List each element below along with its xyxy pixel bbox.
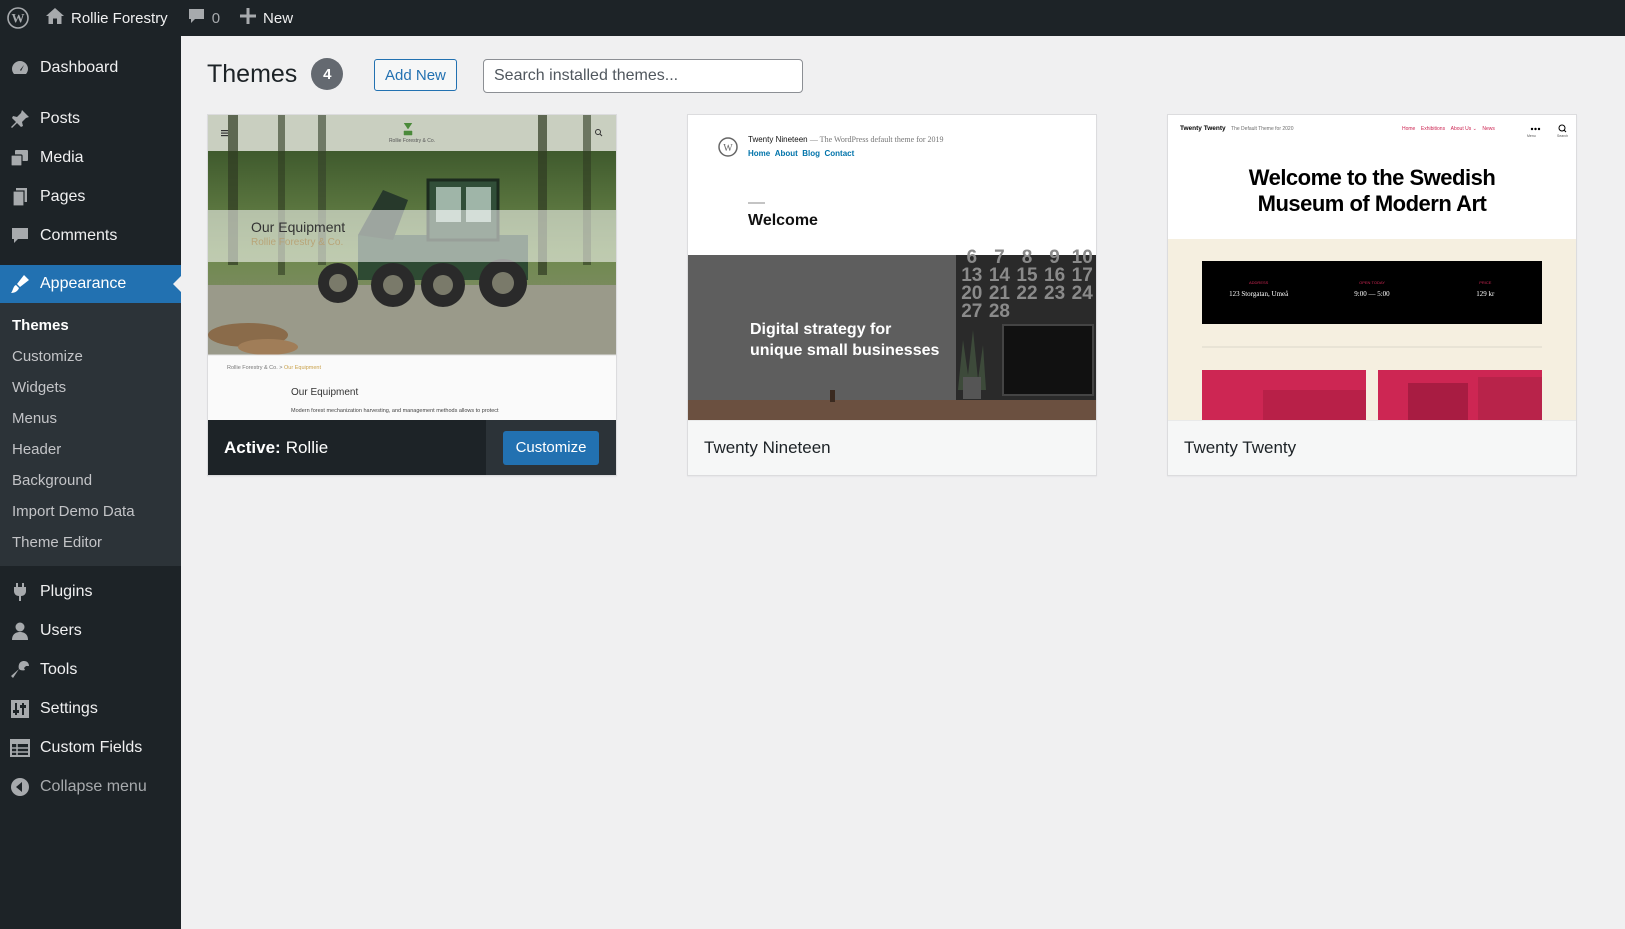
theme-name: Twenty Nineteen xyxy=(688,420,1096,475)
collapse-menu-button[interactable]: Collapse menu xyxy=(0,767,181,806)
main-content: Themes 4 Add New Search installed themes… xyxy=(181,36,1625,929)
sidebar-item-label: Media xyxy=(40,148,84,166)
sidebar-item-label: Custom Fields xyxy=(40,738,143,756)
new-content-link[interactable]: New xyxy=(230,0,303,36)
pages-icon xyxy=(10,187,30,207)
info-open-today: OPEN TODAY 9:00 — 5:00 xyxy=(1354,280,1390,298)
comment-icon xyxy=(188,8,205,28)
sidebar-item-posts[interactable]: Posts xyxy=(0,99,181,138)
wrench-icon xyxy=(10,660,30,680)
page-heading: Themes 4 xyxy=(207,58,344,90)
theme-name: Twenty Twenty xyxy=(1168,420,1576,475)
appearance-submenu: Themes Customize Widgets Menus Header Ba… xyxy=(0,303,181,566)
table-icon xyxy=(10,738,30,758)
home-icon xyxy=(46,8,64,28)
preview-welcome: Welcome xyxy=(748,212,818,229)
collapse-arrow-icon xyxy=(10,777,30,797)
collapse-menu-label: Collapse menu xyxy=(40,777,147,795)
preview-nav: Home Exhibitions About Us ⌄ News xyxy=(1402,126,1495,132)
submenu-customize[interactable]: Customize xyxy=(0,341,181,372)
active-theme-bar: Active: Rollie Customize xyxy=(208,420,616,475)
sidebar-item-dashboard[interactable]: Dashboard xyxy=(0,48,181,87)
sidebar-item-pages[interactable]: Pages xyxy=(0,177,181,216)
preview-hero-sub: Rollie Forestry & Co. xyxy=(251,237,344,248)
sidebar-item-label: Tools xyxy=(40,660,78,678)
user-icon xyxy=(10,621,30,641)
theme-screenshot-twenty-nineteen[interactable]: W Twenty Nineteen — The WordPress defaul… xyxy=(688,115,1096,420)
sidebar-item-label: Settings xyxy=(40,699,98,717)
preview-headline: Welcome to the Swedish Museum of Modern … xyxy=(1248,165,1496,216)
admin-sidebar: Dashboard Posts Media Pages Comments App… xyxy=(0,36,181,929)
comments-link[interactable]: 0 xyxy=(178,0,230,36)
svg-text:W: W xyxy=(723,143,733,154)
theme-screenshot-twenty-twenty[interactable]: Twenty Twenty The Default Theme for 2020… xyxy=(1168,115,1576,420)
theme-count-badge: 4 xyxy=(311,58,344,90)
comments-count: 0 xyxy=(211,9,221,27)
media-icon xyxy=(10,148,30,168)
preview-nav: Home About Blog Contact xyxy=(748,149,855,158)
theme-card-twenty-nineteen[interactable]: W Twenty Nineteen — The WordPress defaul… xyxy=(687,114,1097,476)
preview-brand: Rollie Forestry & Co. xyxy=(388,138,436,144)
brush-icon xyxy=(10,274,30,294)
info-address: ADDRESS 123 Storgatan, Umeå xyxy=(1229,280,1289,298)
comment-icon xyxy=(10,226,30,246)
site-name-link[interactable]: Rollie Forestry xyxy=(36,0,178,36)
admin-bar: W Rollie Forestry 0 New xyxy=(0,0,1625,36)
theme-screenshot-rollie[interactable]: Rollie Forestry & Co. Our Equipment Roll… xyxy=(208,115,616,420)
submenu-import-demo-data[interactable]: Import Demo Data xyxy=(0,496,181,527)
preview-info-bar: ADDRESS 123 Storgatan, Umeå OPEN TODAY 9… xyxy=(1202,280,1542,298)
preview-section-text: Modern forest mechanization harvesting, … xyxy=(291,408,499,414)
sidebar-item-label: Comments xyxy=(40,226,118,244)
new-label: New xyxy=(263,9,294,27)
dashboard-icon xyxy=(10,58,30,78)
plus-icon xyxy=(240,8,257,28)
preview-site-title: Twenty Nineteen — The WordPress default … xyxy=(748,135,944,144)
preview-menu-label: Menu xyxy=(1527,134,1536,138)
preview-calendar: 6 7 8 9 10 13 14 15 16 17 20 21 22 23 24 27 28 xyxy=(961,247,1093,322)
search-themes-input[interactable] xyxy=(483,59,803,93)
sidebar-item-appearance[interactable]: Appearance xyxy=(0,265,181,303)
preview-hero-title: Our Equipment xyxy=(251,219,346,235)
preview-site-title: Twenty Twenty The Default Theme for 2020 xyxy=(1180,125,1294,132)
sidebar-item-custom-fields[interactable]: Custom Fields xyxy=(0,728,181,767)
customize-button[interactable]: Customize xyxy=(502,430,600,465)
page-title: Themes xyxy=(207,59,298,88)
preview-search-label: Search xyxy=(1557,134,1569,138)
sidebar-item-tools[interactable]: Tools xyxy=(0,650,181,689)
sidebar-item-media[interactable]: Media xyxy=(0,138,181,177)
pin-icon xyxy=(10,109,30,129)
preview-breadcrumb: Rollie Forestry & Co. > Our Equipment xyxy=(227,365,322,371)
active-theme-name: Rollie xyxy=(285,437,329,457)
sidebar-item-users[interactable]: Users xyxy=(0,611,181,650)
submenu-background[interactable]: Background xyxy=(0,465,181,496)
theme-card-twenty-twenty[interactable]: Twenty Twenty The Default Theme for 2020… xyxy=(1167,114,1577,476)
sidebar-item-label: Posts xyxy=(40,109,81,127)
theme-actions: Customize xyxy=(486,420,616,475)
theme-card-rollie[interactable]: Rollie Forestry & Co. Our Equipment Roll… xyxy=(207,114,617,476)
active-theme-label: Active: Rollie xyxy=(208,420,486,475)
preview-hero: Digital strategy for unique small busine… xyxy=(750,321,940,359)
sidebar-item-label: Appearance xyxy=(40,275,127,292)
svg-text:W: W xyxy=(12,11,25,26)
info-price: PRICE 129 kr xyxy=(1476,280,1495,298)
site-name-label: Rollie Forestry xyxy=(71,9,168,27)
submenu-theme-editor[interactable]: Theme Editor xyxy=(0,527,181,558)
plug-icon xyxy=(10,582,30,602)
sidebar-item-label: Plugins xyxy=(40,582,93,600)
submenu-menus[interactable]: Menus xyxy=(0,403,181,434)
sidebar-item-label: Dashboard xyxy=(40,58,119,76)
submenu-widgets[interactable]: Widgets xyxy=(0,372,181,403)
active-prefix: Active: xyxy=(224,437,281,457)
submenu-header[interactable]: Header xyxy=(0,434,181,465)
sidebar-item-label: Users xyxy=(40,621,82,639)
sidebar-item-settings[interactable]: Settings xyxy=(0,689,181,728)
sidebar-item-label: Pages xyxy=(40,187,86,205)
sidebar-item-comments[interactable]: Comments xyxy=(0,216,181,255)
submenu-themes[interactable]: Themes xyxy=(0,310,181,341)
wordpress-logo-icon[interactable]: W xyxy=(0,0,36,36)
preview-section-title: Our Equipment xyxy=(291,387,359,398)
add-new-theme-button[interactable]: Add New xyxy=(374,59,457,91)
sidebar-item-plugins[interactable]: Plugins xyxy=(0,572,181,611)
sliders-icon xyxy=(10,699,30,719)
